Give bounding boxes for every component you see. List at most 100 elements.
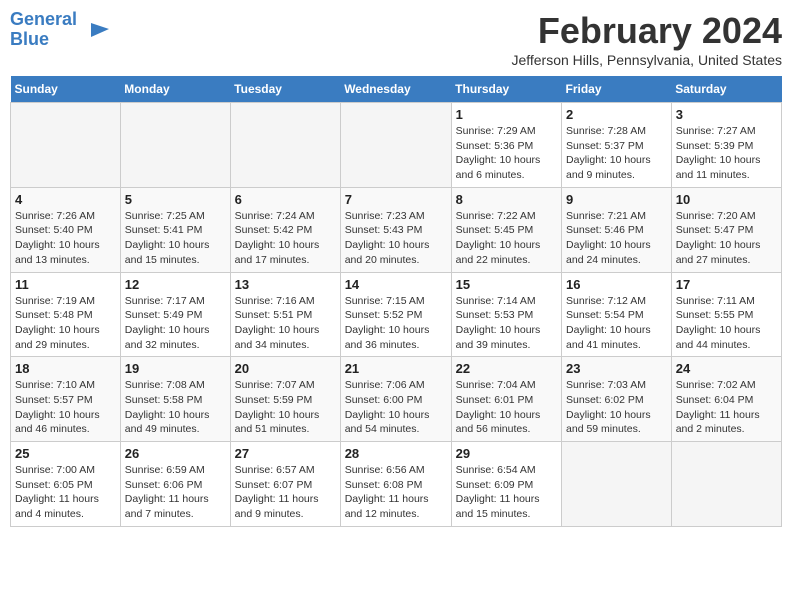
calendar-cell (230, 103, 340, 188)
page-header: GeneralBlue February 2024 Jefferson Hill… (10, 10, 782, 68)
day-number: 18 (15, 361, 116, 376)
day-info: Sunrise: 7:06 AMSunset: 6:00 PMDaylight:… (345, 378, 447, 437)
calendar-cell: 15 Sunrise: 7:14 AMSunset: 5:53 PMDayligh… (451, 272, 561, 357)
day-info: Sunrise: 7:07 AMSunset: 5:59 PMDaylight:… (235, 378, 336, 437)
calendar-cell: 24Sunrise: 7:02 AMSunset: 6:04 PMDayligh… (671, 357, 781, 442)
day-info: Sunrise: 7:26 AMSunset: 5:40 PMDaylight:… (15, 209, 116, 268)
day-info: Sunrise: 7:04 AMSunset: 6:01 PMDaylight:… (456, 378, 557, 437)
title-section: February 2024 Jefferson Hills, Pennsylva… (511, 10, 782, 68)
calendar-table: SundayMondayTuesdayWednesdayThursdayFrid… (10, 76, 782, 527)
month-title: February 2024 (511, 10, 782, 52)
week-row-5: 25Sunrise: 7:00 AMSunset: 6:05 PMDayligh… (11, 442, 782, 527)
day-number: 27 (235, 446, 336, 461)
calendar-cell: 10 Sunrise: 7:20 AMSunset: 5:47 PMDayligh… (671, 187, 781, 272)
day-header-sunday: Sunday (11, 76, 121, 103)
calendar-cell: 12 Sunrise: 7:17 AMSunset: 5:49 PMDayligh… (120, 272, 230, 357)
day-header-monday: Monday (120, 76, 230, 103)
day-number: 21 (345, 361, 447, 376)
calendar-cell: 22 Sunrise: 7:04 AMSunset: 6:01 PMDayligh… (451, 357, 561, 442)
calendar-cell: 13 Sunrise: 7:16 AMSunset: 5:51 PMDayligh… (230, 272, 340, 357)
calendar-cell: 8 Sunrise: 7:22 AMSunset: 5:45 PMDaylight… (451, 187, 561, 272)
calendar-cell: 3 Sunrise: 7:27 AMSunset: 5:39 PMDaylight… (671, 103, 781, 188)
day-info: Sunrise: 7:21 AMSunset: 5:46 PMDaylight:… (566, 209, 667, 268)
day-number: 24 (676, 361, 777, 376)
calendar-cell: 7 Sunrise: 7:23 AMSunset: 5:43 PMDaylight… (340, 187, 451, 272)
day-number: 29 (456, 446, 557, 461)
calendar-cell: 4 Sunrise: 7:26 AMSunset: 5:40 PMDaylight… (11, 187, 121, 272)
day-info: Sunrise: 7:29 AMSunset: 5:36 PMDaylight:… (456, 124, 557, 183)
day-number: 14 (345, 277, 447, 292)
calendar-cell (11, 103, 121, 188)
day-info: Sunrise: 7:00 AMSunset: 6:05 PMDaylight:… (15, 463, 116, 522)
calendar-cell: 29 Sunrise: 6:54 AMSunset: 6:09 PMDayligh… (451, 442, 561, 527)
day-info: Sunrise: 7:22 AMSunset: 5:45 PMDaylight:… (456, 209, 557, 268)
week-row-2: 4 Sunrise: 7:26 AMSunset: 5:40 PMDaylight… (11, 187, 782, 272)
day-number: 15 (456, 277, 557, 292)
day-info: Sunrise: 7:12 AMSunset: 5:54 PMDaylight:… (566, 294, 667, 353)
calendar-cell (562, 442, 672, 527)
calendar-cell (671, 442, 781, 527)
calendar-cell: 18 Sunrise: 7:10 AMSunset: 5:57 PMDayligh… (11, 357, 121, 442)
day-info: Sunrise: 6:56 AMSunset: 6:08 PMDaylight:… (345, 463, 447, 522)
day-number: 9 (566, 192, 667, 207)
logo-text: GeneralBlue (10, 10, 77, 50)
day-number: 7 (345, 192, 447, 207)
day-number: 3 (676, 107, 777, 122)
week-row-3: 11Sunrise: 7:19 AMSunset: 5:48 PMDayligh… (11, 272, 782, 357)
day-info: Sunrise: 6:57 AMSunset: 6:07 PMDaylight:… (235, 463, 336, 522)
day-info: Sunrise: 7:28 AMSunset: 5:37 PMDaylight:… (566, 124, 667, 183)
calendar-cell: 25Sunrise: 7:00 AMSunset: 6:05 PMDayligh… (11, 442, 121, 527)
calendar-cell: 9 Sunrise: 7:21 AMSunset: 5:46 PMDaylight… (562, 187, 672, 272)
calendar-cell: 11Sunrise: 7:19 AMSunset: 5:48 PMDayligh… (11, 272, 121, 357)
calendar-cell: 1 Sunrise: 7:29 AMSunset: 5:36 PMDaylight… (451, 103, 561, 188)
day-info: Sunrise: 6:54 AMSunset: 6:09 PMDaylight:… (456, 463, 557, 522)
day-header-saturday: Saturday (671, 76, 781, 103)
day-info: Sunrise: 7:14 AMSunset: 5:53 PMDaylight:… (456, 294, 557, 353)
day-info: Sunrise: 7:19 AMSunset: 5:48 PMDaylight:… (15, 294, 116, 353)
calendar-cell: 21 Sunrise: 7:06 AMSunset: 6:00 PMDayligh… (340, 357, 451, 442)
day-info: Sunrise: 6:59 AMSunset: 6:06 PMDaylight:… (125, 463, 226, 522)
day-header-tuesday: Tuesday (230, 76, 340, 103)
calendar-header-row: SundayMondayTuesdayWednesdayThursdayFrid… (11, 76, 782, 103)
day-info: Sunrise: 7:17 AMSunset: 5:49 PMDaylight:… (125, 294, 226, 353)
day-info: Sunrise: 7:27 AMSunset: 5:39 PMDaylight:… (676, 124, 777, 183)
week-row-4: 18 Sunrise: 7:10 AMSunset: 5:57 PMDayligh… (11, 357, 782, 442)
location: Jefferson Hills, Pennsylvania, United St… (511, 52, 782, 68)
day-number: 4 (15, 192, 116, 207)
day-info: Sunrise: 7:23 AMSunset: 5:43 PMDaylight:… (345, 209, 447, 268)
day-info: Sunrise: 7:15 AMSunset: 5:52 PMDaylight:… (345, 294, 447, 353)
calendar-cell: 2 Sunrise: 7:28 AMSunset: 5:37 PMDaylight… (562, 103, 672, 188)
day-number: 19 (125, 361, 226, 376)
day-number: 26 (125, 446, 226, 461)
calendar-cell: 16Sunrise: 7:12 AMSunset: 5:54 PMDayligh… (562, 272, 672, 357)
logo: GeneralBlue (10, 10, 111, 50)
day-header-wednesday: Wednesday (340, 76, 451, 103)
calendar-cell: 23 Sunrise: 7:03 AMSunset: 6:02 PMDayligh… (562, 357, 672, 442)
day-number: 8 (456, 192, 557, 207)
calendar-cell (120, 103, 230, 188)
day-number: 2 (566, 107, 667, 122)
calendar-cell: 20Sunrise: 7:07 AMSunset: 5:59 PMDayligh… (230, 357, 340, 442)
day-number: 23 (566, 361, 667, 376)
day-info: Sunrise: 7:10 AMSunset: 5:57 PMDaylight:… (15, 378, 116, 437)
day-info: Sunrise: 7:03 AMSunset: 6:02 PMDaylight:… (566, 378, 667, 437)
day-number: 5 (125, 192, 226, 207)
day-header-friday: Friday (562, 76, 672, 103)
day-number: 17 (676, 277, 777, 292)
day-header-thursday: Thursday (451, 76, 561, 103)
day-number: 12 (125, 277, 226, 292)
day-number: 13 (235, 277, 336, 292)
day-info: Sunrise: 7:20 AMSunset: 5:47 PMDaylight:… (676, 209, 777, 268)
day-info: Sunrise: 7:25 AMSunset: 5:41 PMDaylight:… (125, 209, 226, 268)
day-info: Sunrise: 7:16 AMSunset: 5:51 PMDaylight:… (235, 294, 336, 353)
day-info: Sunrise: 7:24 AMSunset: 5:42 PMDaylight:… (235, 209, 336, 268)
calendar-cell: 17Sunrise: 7:11 AMSunset: 5:55 PMDayligh… (671, 272, 781, 357)
calendar-cell: 26 Sunrise: 6:59 AMSunset: 6:06 PMDayligh… (120, 442, 230, 527)
day-number: 22 (456, 361, 557, 376)
calendar-cell (340, 103, 451, 188)
day-number: 1 (456, 107, 557, 122)
week-row-1: 1 Sunrise: 7:29 AMSunset: 5:36 PMDaylight… (11, 103, 782, 188)
day-number: 10 (676, 192, 777, 207)
day-number: 6 (235, 192, 336, 207)
calendar-cell: 19Sunrise: 7:08 AMSunset: 5:58 PMDayligh… (120, 357, 230, 442)
